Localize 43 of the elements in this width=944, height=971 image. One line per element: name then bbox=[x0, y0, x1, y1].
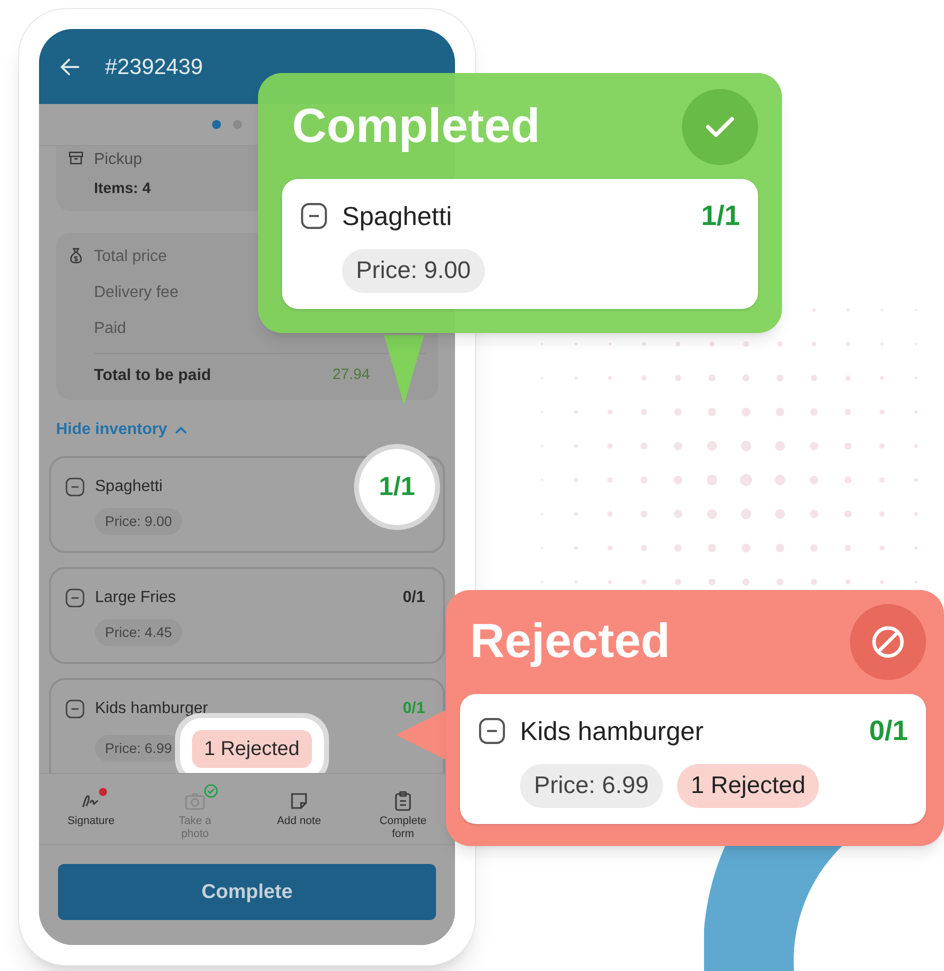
minus-square-icon bbox=[65, 588, 85, 608]
price-row-label: Total price bbox=[94, 246, 168, 266]
price-tag: Price: 9.00 bbox=[95, 508, 182, 534]
complete-button[interactable]: Complete bbox=[58, 864, 436, 920]
minus-square-icon bbox=[300, 202, 328, 230]
item-count: 1/1 bbox=[359, 448, 435, 524]
price-tag: Price: 9.00 bbox=[342, 249, 485, 293]
form-icon bbox=[392, 790, 414, 812]
minus-square-icon bbox=[65, 698, 85, 718]
minus-square-icon bbox=[65, 476, 85, 496]
rejected-badge: 1 Rejected bbox=[676, 764, 820, 808]
money-bag-icon bbox=[68, 246, 84, 264]
item-count: 0/1 bbox=[402, 698, 425, 718]
price-tag: Price: 6.99 bbox=[520, 764, 663, 808]
action-button[interactable]: Add note bbox=[269, 784, 329, 828]
callout-title: Completed bbox=[292, 99, 540, 155]
callout-title: Rejected bbox=[470, 614, 670, 670]
item-name: Kids hamburger bbox=[520, 714, 705, 748]
rejected-badge: 1 Rejected bbox=[192, 730, 312, 768]
order-number: #2392439 bbox=[105, 53, 203, 81]
action-button[interactable]: Signature bbox=[61, 784, 121, 828]
camera-icon bbox=[184, 790, 206, 812]
action-button[interactable]: Complete form bbox=[373, 784, 433, 841]
chevron-up-icon bbox=[175, 426, 188, 434]
back-arrow-icon bbox=[59, 56, 81, 78]
item-count: 0/1 bbox=[402, 588, 425, 608]
item-name: Large Fries bbox=[95, 588, 177, 608]
items-count: Items: 4 bbox=[94, 179, 151, 199]
item-name: Spaghetti bbox=[95, 476, 164, 496]
box-icon bbox=[68, 150, 84, 166]
price-row-label: Paid bbox=[94, 318, 128, 338]
item-count: 0/1 bbox=[869, 714, 908, 748]
item-count: 1/1 bbox=[701, 199, 740, 233]
item-name: Spaghetti bbox=[342, 200, 453, 232]
total-value: 27.94 bbox=[332, 365, 370, 386]
item-name: Kids hamburger bbox=[95, 698, 209, 718]
callout-pointer bbox=[384, 335, 424, 405]
total-label: Total to be paid bbox=[94, 366, 212, 386]
minus-square-icon bbox=[478, 717, 506, 745]
price-row-label: Delivery fee bbox=[94, 282, 180, 302]
price-tag: Price: 4.45 bbox=[95, 618, 182, 646]
pickup-label: Pickup bbox=[94, 150, 144, 170]
note-icon bbox=[288, 790, 310, 812]
